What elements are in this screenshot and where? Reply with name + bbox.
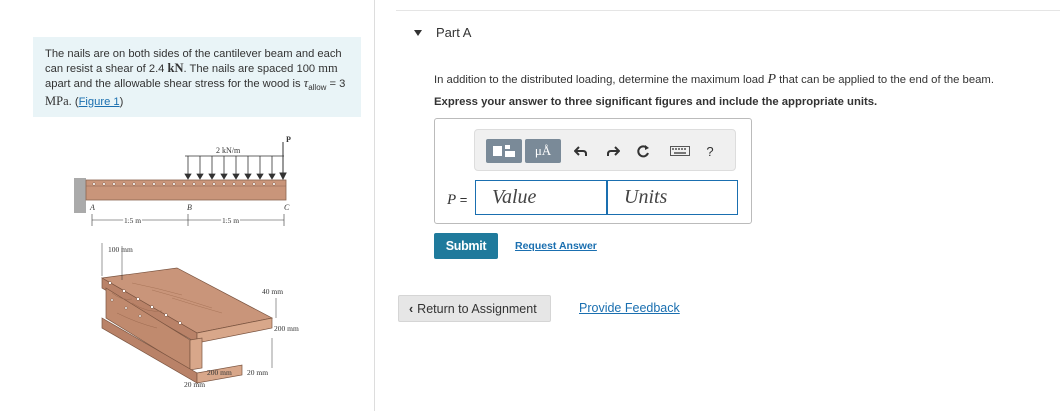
load-label: 2 kN/m <box>216 146 241 155</box>
units-icon[interactable]: μÅ <box>525 139 561 163</box>
return-to-assignment-button[interactable]: ‹ Return to Assignment <box>398 295 551 322</box>
web-depth-label: 200 mm <box>274 324 299 333</box>
figure-link[interactable]: Figure 1 <box>79 96 120 108</box>
beam-figure: 2 kN/m P A B C 1.5 m 1.5 m 100 mm 40 mm … <box>74 135 299 389</box>
units-input[interactable] <box>607 180 738 215</box>
help-icon[interactable]: ? <box>701 139 719 163</box>
wall-support <box>74 178 86 213</box>
question-var: P <box>767 72 777 87</box>
shear-unit: kN <box>167 60 184 75</box>
flange-width-label: 200 mm <box>207 368 232 377</box>
beam <box>85 179 287 201</box>
provide-feedback-link[interactable]: Provide Feedback <box>579 301 680 315</box>
web-thickness-label: 20 mm <box>247 368 268 377</box>
question-after: that can be applied to the end of the be… <box>776 74 994 86</box>
point-load <box>279 142 287 181</box>
undo-icon[interactable] <box>569 139 593 163</box>
nail-spacing-label: 100 mm <box>108 245 133 254</box>
point-c-label: C <box>284 203 290 212</box>
point-b-label: B <box>187 203 192 212</box>
tau-value: = 3 <box>326 77 346 90</box>
collapse-caret-icon[interactable] <box>414 30 422 36</box>
span1-label: 1.5 m <box>124 216 141 225</box>
answer-instruction: Express your answer to three significant… <box>434 96 878 108</box>
redo-icon[interactable] <box>601 139 625 163</box>
question-text: In addition to the distributed loading, … <box>434 72 994 88</box>
spacing-unit: mm <box>318 60 338 75</box>
templates-icon[interactable] <box>486 139 522 163</box>
request-answer-link[interactable]: Request Answer <box>515 240 597 252</box>
answer-variable-label: P = <box>447 192 467 209</box>
tau-subscript: allow <box>308 82 327 92</box>
distributed-load <box>184 155 284 180</box>
tau-unit: MPa <box>45 93 69 108</box>
value-input[interactable] <box>475 180 607 215</box>
reset-icon[interactable] <box>631 139 655 163</box>
flange-thickness-label: 40 mm <box>262 287 283 296</box>
part-title: Part A <box>436 25 472 40</box>
beam-section <box>100 267 274 384</box>
answer-equals: = <box>456 192 468 207</box>
question-before: In addition to the distributed loading, … <box>434 74 768 86</box>
chevron-left-icon: ‹ <box>409 301 414 316</box>
keyboard-icon[interactable] <box>665 139 695 163</box>
problem-text-3: apart and the allowable shear stress for… <box>45 77 304 90</box>
bottom-thickness-label: 20 mm <box>184 380 205 389</box>
problem-pane: The nails are on both sides of the canti… <box>0 0 375 411</box>
problem-text-2: . The nails are spaced 100 <box>183 62 319 75</box>
point-a-label: A <box>89 203 95 212</box>
return-label: Return to Assignment <box>417 301 537 316</box>
problem-statement: The nails are on both sides of the canti… <box>33 37 361 117</box>
answer-pane: Part A In addition to the distributed lo… <box>396 10 1060 410</box>
point-load-label: P <box>286 135 291 144</box>
math-toolbar: μÅ ? <box>474 129 736 171</box>
span2-label: 1.5 m <box>222 216 239 225</box>
answer-box: μÅ ? P = <box>434 118 752 224</box>
span-dimension <box>91 214 285 226</box>
problem-period: . <box>68 95 75 108</box>
part-header[interactable]: Part A <box>396 10 1060 55</box>
answer-var: P <box>447 192 457 208</box>
submit-button[interactable]: Submit <box>434 233 498 259</box>
